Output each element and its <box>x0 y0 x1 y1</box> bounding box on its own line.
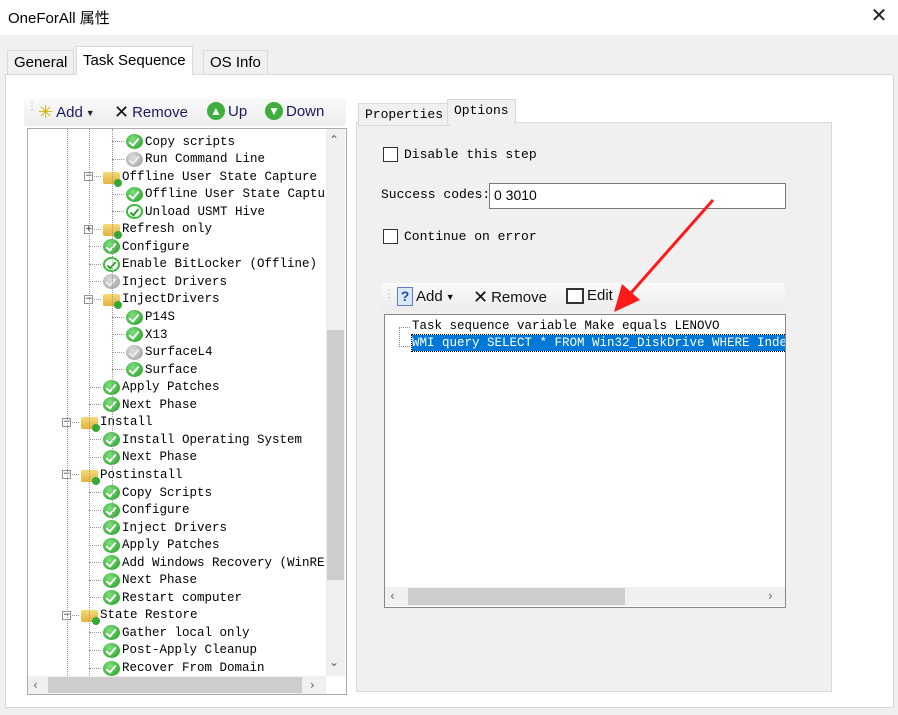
tab-task-sequence[interactable]: Task Sequence <box>76 46 193 75</box>
tab-options[interactable]: Options <box>447 99 516 124</box>
